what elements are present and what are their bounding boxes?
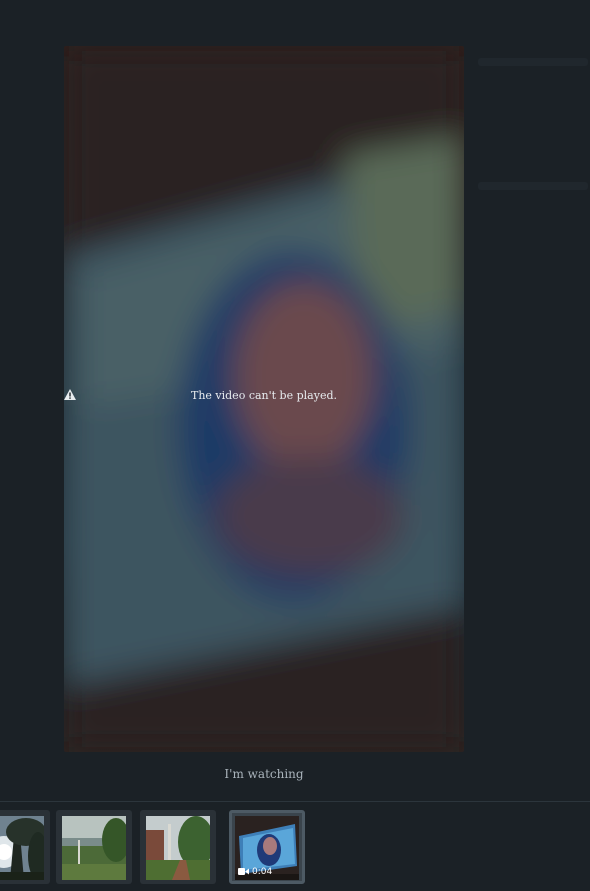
thumbnail-image (146, 816, 210, 880)
video-player[interactable]: The video can't be played. (64, 46, 464, 752)
thumbnail-divider (0, 801, 590, 802)
ghost-user-label (30, 33, 34, 47)
video-error-message: The video can't be played. (64, 389, 464, 402)
thumbnail-image (0, 816, 44, 880)
warning-icon (64, 389, 76, 400)
thumbnail-photo[interactable] (56, 810, 132, 884)
video-duration-badge: 0:04 (238, 867, 272, 877)
thumbnail-strip: 0:04 (0, 810, 590, 884)
thumbnail-video-selected[interactable]: 0:04 (229, 810, 305, 884)
media-caption: I'm watching (224, 767, 304, 781)
thumbnail-photo[interactable] (140, 810, 216, 884)
ghost-side-line (478, 58, 588, 66)
ghost-side-line (478, 182, 588, 190)
video-error-text: The video can't be played. (190, 389, 337, 402)
thumbnail-image (62, 816, 126, 880)
video-camera-icon (238, 868, 249, 875)
thumbnail-photo[interactable] (0, 810, 50, 884)
video-duration: 0:04 (252, 867, 273, 877)
